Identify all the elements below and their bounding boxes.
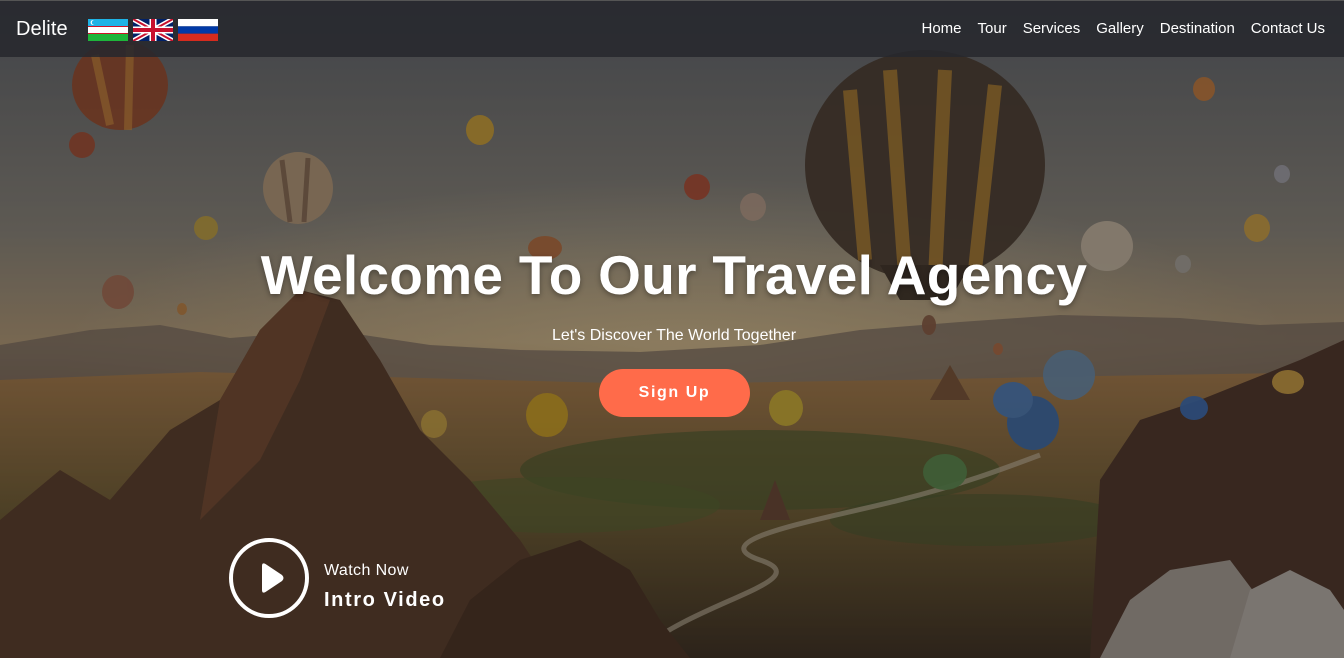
- play-icon: [262, 563, 284, 593]
- hero-section: Delite Home Tour Services Gallery Destin…: [0, 0, 1344, 658]
- sign-up-button[interactable]: Sign Up: [599, 369, 750, 417]
- play-video-button[interactable]: [229, 538, 309, 618]
- hero-subtitle: Let's Discover The World Together: [551, 327, 797, 344]
- nav-link-home[interactable]: Home: [922, 20, 962, 37]
- nav-link-contact-us[interactable]: Contact Us: [1251, 20, 1325, 37]
- uzbekistan-flag-icon[interactable]: [88, 19, 128, 41]
- hero-title: Welcome To Our Travel Agency: [260, 244, 1088, 306]
- language-flags: [88, 19, 218, 41]
- russia-flag-icon[interactable]: [178, 19, 218, 41]
- navbar: Delite Home Tour Services Gallery Destin…: [0, 0, 1344, 57]
- nav-menu: Home Tour Services Gallery Destination C…: [906, 20, 1326, 37]
- uk-flag-icon[interactable]: [133, 19, 173, 41]
- nav-link-services[interactable]: Services: [1023, 20, 1081, 37]
- intro-video-link[interactable]: Intro Video: [324, 589, 446, 612]
- nav-link-tour[interactable]: Tour: [978, 20, 1007, 37]
- nav-link-gallery[interactable]: Gallery: [1096, 20, 1144, 37]
- watch-now-label: Watch Now: [324, 562, 409, 579]
- brand-logo[interactable]: Delite: [16, 18, 68, 41]
- nav-link-destination[interactable]: Destination: [1160, 20, 1235, 37]
